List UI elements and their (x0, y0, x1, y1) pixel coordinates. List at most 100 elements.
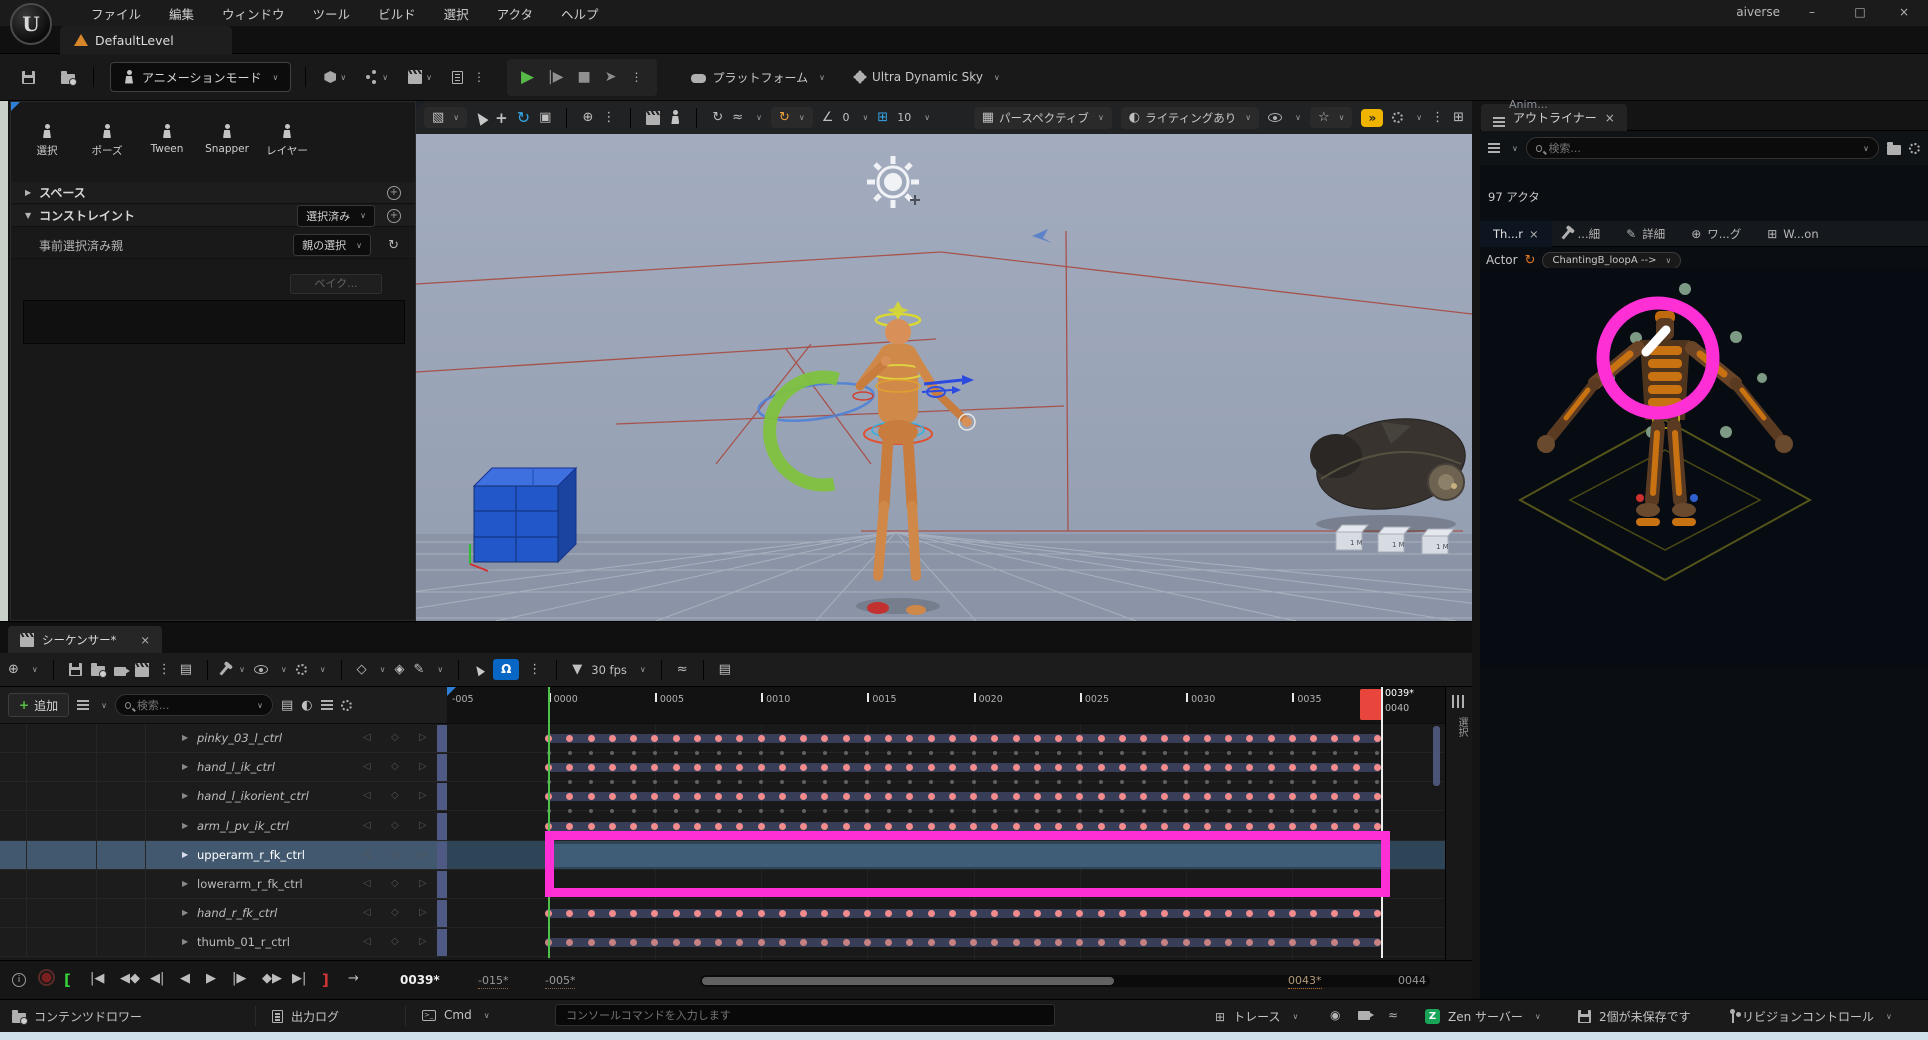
keyframe[interactable] (1034, 910, 1041, 917)
edit-mode-icon[interactable]: ✎ (414, 662, 425, 677)
prev-key-icon[interactable]: ◁ (363, 790, 371, 801)
keyframe[interactable] (864, 764, 871, 771)
outliner-search[interactable]: ∨ (1526, 137, 1879, 159)
anim-tool-tab-Tween[interactable]: Tween (141, 124, 193, 158)
transport-jump-to-end[interactable]: ▶| (292, 971, 306, 986)
maximize-button[interactable]: □ (1840, 5, 1880, 19)
constraint-section-header[interactable]: ▼ コンストレイント 選択済み ∨ + (11, 205, 415, 227)
current-frame[interactable]: 0039* (400, 973, 440, 987)
keyframe[interactable] (779, 764, 786, 771)
constraint-filter-dropdown[interactable]: 選択済み ∨ (297, 205, 375, 227)
transport-info[interactable]: i (12, 973, 26, 987)
viewport[interactable]: 1 M1 M1 M ▧∨ + ↻ ▣ ⊕ ⋮ ↻ ≈∨ ↻∨ ∠ 0∨ ⊞ (416, 101, 1472, 621)
add-key-icon[interactable]: ◇ (391, 936, 399, 947)
keyframe[interactable] (800, 823, 807, 830)
save-sequence-icon[interactable] (69, 663, 82, 676)
keyframe[interactable] (864, 735, 871, 742)
rotation-snap-value[interactable]: 0 (842, 111, 849, 124)
track-row-arm_l_pv_ik_ctrl[interactable]: ▶arm_l_pv_ik_ctrl◁◇▷ (0, 812, 447, 841)
keyframe[interactable] (588, 939, 595, 946)
scale-tool-icon[interactable]: ▣ (539, 110, 551, 125)
next-key-icon[interactable]: ▷ (419, 732, 427, 743)
next-key-icon[interactable]: ▷ (419, 761, 427, 772)
trace-dropdown[interactable]: ⊞ トレース ∨ (1215, 1008, 1298, 1025)
ultra-dynamic-sky-dropdown[interactable]: Ultra Dynamic Sky ∨ (855, 70, 1000, 84)
keyframe[interactable] (694, 910, 701, 917)
close-icon[interactable]: × (1529, 227, 1539, 241)
transport-record[interactable]: ● (38, 969, 55, 986)
keyframe[interactable] (843, 764, 850, 771)
zen-server-dropdown[interactable]: Z Zen サーバー ∨ (1425, 1008, 1541, 1025)
keyframe[interactable] (673, 735, 680, 742)
add-key-icon[interactable]: ◇ (391, 761, 399, 772)
keyframe[interactable] (821, 823, 828, 830)
prev-key-icon[interactable]: ◁ (363, 849, 371, 860)
keyframe[interactable] (1353, 939, 1360, 946)
rotation-snap-icon[interactable]: ∠ (822, 110, 834, 125)
keyframe[interactable] (1374, 764, 1381, 771)
minimize-button[interactable]: – (1792, 5, 1832, 19)
keyframe[interactable] (588, 735, 595, 742)
keyframe[interactable] (1374, 823, 1381, 830)
track-row-lowerarm_r_fk_ctrl[interactable]: ▶lowerarm_r_fk_ctrl◁◇▷ (0, 870, 447, 899)
keyframe[interactable] (1013, 939, 1020, 946)
keyframe[interactable] (1268, 823, 1275, 830)
save-icon[interactable] (22, 71, 35, 84)
curve-tool-icon[interactable]: ≈ (732, 110, 743, 125)
track-row-upperarm_r_fk_ctrl[interactable]: ▶upperarm_r_fk_ctrl◁◇▷ (0, 841, 447, 870)
transport-loop-end[interactable]: ] (322, 971, 329, 989)
keyframe[interactable] (1098, 793, 1105, 800)
actor-select-dropdown[interactable]: ChantingB_loopA --> ∨ (1542, 252, 1681, 269)
more-options-icon[interactable]: ⋮ (473, 70, 485, 84)
close-icon[interactable]: × (140, 633, 150, 647)
next-key-icon[interactable]: ▷ (419, 820, 427, 831)
keyframe[interactable] (609, 735, 616, 742)
add-actor-icon[interactable] (324, 71, 336, 83)
parent-select-dropdown[interactable]: 親の選択 ∨ (293, 234, 371, 256)
show-flags-icon[interactable] (1268, 113, 1282, 122)
keyframe[interactable] (1098, 764, 1105, 771)
render-queue-icon[interactable]: ▤ (180, 662, 192, 677)
fps-dropdown[interactable]: 30 fps (591, 663, 627, 677)
select-mode-dropdown[interactable]: ▧∨ (424, 107, 467, 128)
keyframe[interactable] (1204, 735, 1211, 742)
keyframe[interactable] (949, 764, 956, 771)
expand-icon[interactable]: ▶ (182, 937, 188, 946)
snap-magnet-button[interactable]: Ω (493, 659, 519, 680)
add-key-icon[interactable]: ◇ (391, 849, 399, 860)
insights-icon[interactable]: ◉ (1330, 1008, 1340, 1022)
outliner-search-input[interactable] (1548, 142, 1853, 155)
menu-item-6[interactable]: アクタ (484, 0, 546, 28)
actor-select-icon[interactable] (669, 110, 681, 125)
next-key-icon[interactable]: ▷ (419, 907, 427, 918)
level-tab[interactable]: DefaultLevel (60, 26, 232, 54)
world-space-icon[interactable]: ⊕ (582, 110, 593, 125)
sequencer-tab[interactable]: シーケンサー* × (8, 626, 162, 653)
outliner-tab[interactable]: Anim... アウトライナー × (1481, 104, 1627, 131)
sliders-icon[interactable] (1452, 695, 1454, 708)
keyframe[interactable] (1268, 793, 1275, 800)
add-key-icon[interactable]: ◇ (391, 732, 399, 743)
transport-playback-jump[interactable]: → (348, 971, 359, 986)
grid-snap-icon[interactable]: ⊞ (877, 110, 888, 125)
keyframe[interactable] (1055, 823, 1062, 830)
frame-skip-button[interactable]: |▶ (548, 69, 563, 85)
stop-button[interactable]: ■ (578, 69, 591, 85)
play-options-icon[interactable]: ⋮ (631, 70, 643, 84)
detail-tab-1[interactable]: ...細 (1552, 221, 1613, 247)
keyframe[interactable] (1119, 735, 1126, 742)
keyframe[interactable] (864, 910, 871, 917)
keyframe[interactable] (1098, 910, 1105, 917)
keyframe[interactable] (1183, 793, 1190, 800)
transport-previous-key[interactable]: ◀◆ (120, 971, 140, 986)
detail-tab-3[interactable]: ⊕ワ...グ (1678, 221, 1754, 247)
snap-options-icon[interactable]: ⋮ (528, 662, 541, 677)
expand-icon[interactable]: ▶ (182, 733, 188, 742)
keyframe[interactable] (949, 910, 956, 917)
content-browser-icon[interactable] (61, 74, 75, 84)
editor-mode-dropdown[interactable]: アニメーションモード ∨ (110, 62, 291, 92)
next-key-icon[interactable]: ▷ (419, 849, 427, 860)
keyframe[interactable] (1013, 823, 1020, 830)
add-key-icon[interactable]: ◇ (391, 820, 399, 831)
browse-sequence-icon[interactable] (91, 666, 105, 676)
